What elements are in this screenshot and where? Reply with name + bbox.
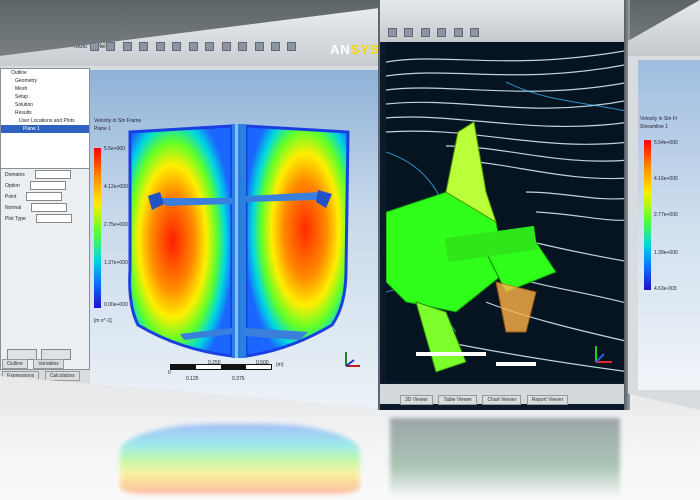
legend-units: [m s^-1] (94, 318, 112, 324)
legend-subtitle: Streamline 1 (640, 124, 669, 130)
details-row: Normal (1, 202, 89, 213)
tree-item[interactable]: Mesh (1, 85, 89, 93)
right-title-bar (628, 0, 700, 56)
camera-icon[interactable] (470, 28, 480, 37)
fit-view-icon[interactable] (221, 42, 231, 51)
zoom-icon[interactable] (205, 42, 215, 51)
details-field[interactable] (31, 203, 68, 212)
mixing-tank-contour (128, 124, 350, 358)
middle-bottom-tabs: 3D Viewer Table Viewer Chart Viewer Repo… (380, 384, 630, 405)
open-icon[interactable] (90, 42, 99, 51)
details-field[interactable] (35, 214, 72, 223)
left-title-bar (0, 8, 380, 66)
tab-table-viewer[interactable]: Table Viewer (438, 395, 477, 405)
scale-label: 0.250 (208, 360, 221, 366)
streamline-3d-viewport[interactable] (386, 42, 630, 382)
details-label: Option (5, 182, 20, 189)
streamlines (386, 49, 630, 373)
scale-label: 0 (168, 370, 171, 376)
details-field[interactable] (26, 192, 63, 201)
pan-icon[interactable] (188, 42, 198, 51)
tree-item[interactable]: Outline (1, 69, 89, 77)
legend-subtitle: Plane 1 (94, 126, 111, 132)
menu-item-tools[interactable]: Tools (73, 44, 87, 50)
details-row: Point (1, 191, 89, 202)
tab-report-viewer[interactable]: Report Viewer (526, 395, 569, 405)
legend-value: 1.39e+000 (654, 250, 678, 256)
pan-icon[interactable] (404, 28, 414, 37)
save-icon[interactable] (106, 42, 116, 51)
scale-label: 0.375 (232, 376, 245, 382)
select-icon[interactable] (453, 28, 463, 37)
legend-value: 4.63e-003 (654, 286, 677, 292)
details-label: Plot Type (5, 215, 26, 222)
tab-chart-viewer[interactable]: Chart Viewer (482, 395, 522, 405)
tab-calculators[interactable]: Calculators (44, 371, 80, 381)
reflected-contour (120, 424, 360, 494)
middle-application-window: 3D Viewer Table Viewer Chart Viewer Repo… (380, 0, 630, 410)
contour-3d-viewport[interactable]: Velocity in Stn Frame Plane 1 5.5e+000 4… (90, 70, 380, 408)
legend-title: Velocity in Stn Fr (640, 116, 678, 122)
scale-label: 0.125 (186, 376, 199, 382)
tab-expressions[interactable]: Expressions (2, 371, 40, 381)
tree-item[interactable]: Geometry (1, 77, 89, 85)
details-label: Point (5, 193, 17, 200)
middle-title-bar (380, 0, 630, 42)
reflected-streamlines (390, 418, 620, 498)
menu-item-monitor[interactable]: Monitor (43, 44, 63, 50)
tree-item[interactable]: Setup (1, 93, 89, 101)
fit-view-icon[interactable] (437, 28, 447, 37)
right-application-window: Velocity in Stn Fr Streamline 1 5.54e+00… (628, 0, 700, 410)
menu-item-edit[interactable]: Edit (23, 44, 33, 50)
rotate-icon[interactable] (388, 28, 397, 37)
tree-item[interactable]: User Locations and Plots (1, 117, 89, 125)
left-bottom-tabs-2: Expressions Calculators (2, 364, 81, 382)
details-panel: Domains Option Point Normal Plot Type (0, 168, 90, 370)
tree-item[interactable]: Solution (1, 101, 89, 109)
select-icon[interactable] (238, 42, 248, 51)
details-row: Domains (1, 169, 89, 180)
color-legend-bar (644, 140, 651, 290)
color-legend-bar (94, 148, 101, 308)
details-label: Domains (5, 171, 25, 178)
details-field[interactable] (34, 170, 71, 179)
scale-label: 0.500 (256, 360, 269, 366)
menu-item-file[interactable]: File (4, 44, 14, 50)
redo-icon[interactable] (155, 42, 165, 51)
details-label: Normal (5, 204, 22, 211)
zoom-icon[interactable] (420, 28, 430, 37)
legend-value: 5.54e+000 (654, 140, 678, 146)
details-row: Plot Type (1, 213, 89, 224)
axis-triad-icon (345, 352, 360, 367)
logo-text-b: SYS (350, 42, 380, 57)
tab-3d-viewer[interactable]: 3D Viewer (400, 395, 433, 405)
legend-value: 4.16e+000 (654, 176, 678, 182)
axis-icon[interactable] (254, 42, 264, 51)
details-row: Option (1, 180, 89, 191)
middle-toolbar (388, 24, 482, 42)
left-application-window: File Edit Monitor Tools Help ANSYS Outli… (0, 8, 380, 408)
outline-tree-panel: Outline Geometry Mesh Setup Solution Res… (0, 68, 90, 170)
scale-unit: (m) (276, 362, 284, 368)
tree-item-selected[interactable]: Plane 1 (1, 125, 89, 133)
ansys-logo: ANSYS (330, 42, 380, 57)
print-icon[interactable] (122, 42, 132, 51)
camera-icon[interactable] (270, 42, 280, 51)
right-3d-viewport[interactable]: Velocity in Stn Fr Streamline 1 5.54e+00… (638, 60, 700, 390)
tree-item[interactable]: Results (1, 109, 89, 117)
floor-reflection (0, 410, 700, 500)
rotate-icon[interactable] (172, 42, 182, 51)
logo-text-a: AN (330, 42, 351, 57)
help-icon[interactable] (287, 42, 297, 51)
undo-icon[interactable] (139, 42, 149, 51)
details-field[interactable] (29, 181, 66, 190)
legend-value: 2.77e+000 (654, 212, 678, 218)
